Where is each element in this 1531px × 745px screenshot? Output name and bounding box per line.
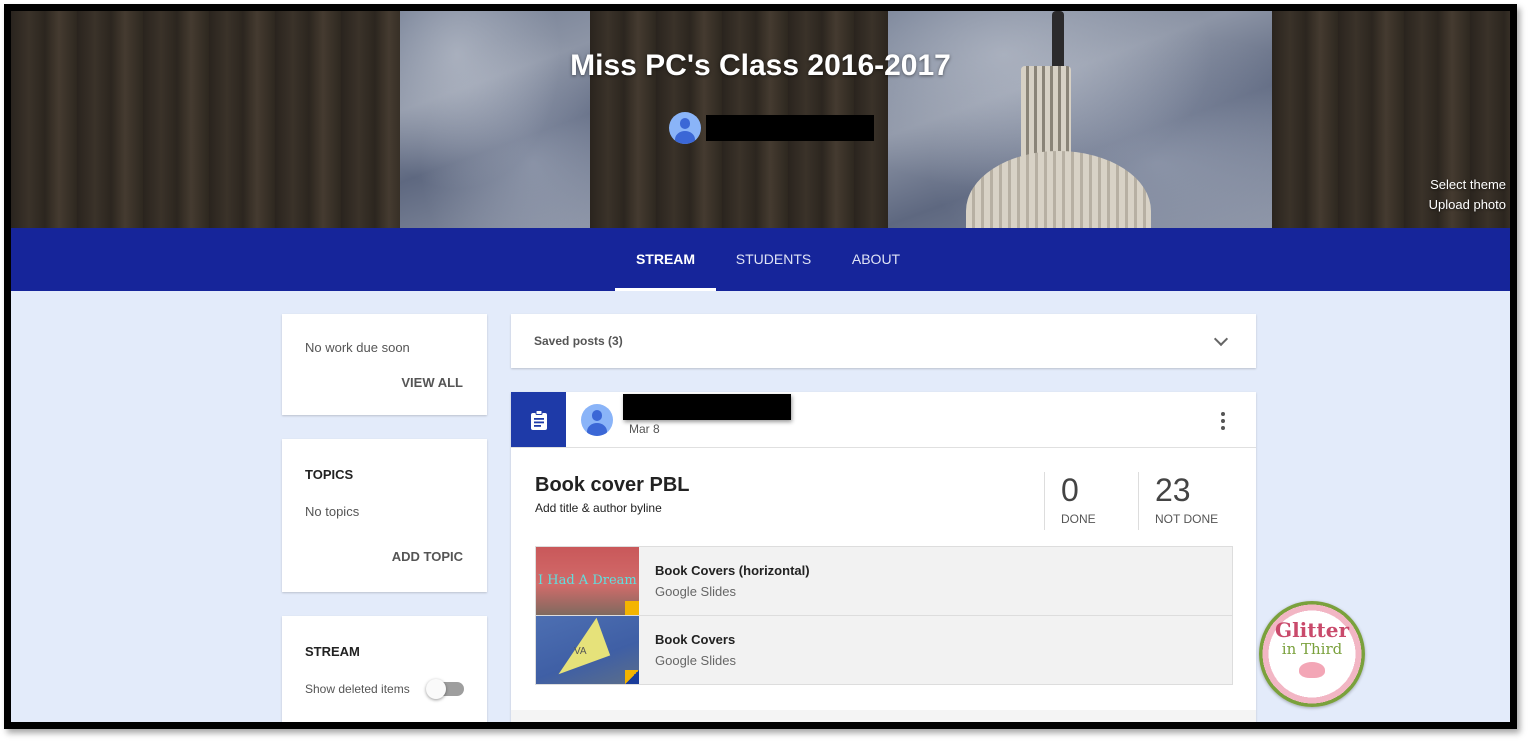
add-topic-button[interactable]: ADD TOPIC	[392, 549, 463, 564]
author-avatar-icon	[581, 404, 613, 436]
logo-line2: in Third	[1281, 640, 1343, 658]
stat-not-done[interactable]: 23 NOT DONE	[1138, 472, 1218, 530]
logo-line1: Glitter	[1274, 618, 1349, 642]
glitter-in-third-logo: Glitter in Third	[1259, 601, 1365, 707]
assignment-description: Add title & author byline	[535, 501, 662, 515]
post-footer	[511, 710, 1256, 722]
assignment-icon-box	[511, 392, 566, 447]
banner-sky	[400, 11, 590, 228]
select-theme-link[interactable]: Select theme	[1429, 175, 1506, 195]
attachment-title: Book Covers (horizontal)	[655, 563, 810, 578]
view-all-button[interactable]: VIEW ALL	[401, 375, 463, 390]
saved-posts-bar[interactable]: Saved posts (3)	[511, 314, 1256, 368]
post-date: Mar 8	[629, 422, 660, 436]
more-options-icon[interactable]	[1218, 412, 1228, 432]
thumbnail-text: VA	[574, 646, 587, 657]
thumbnail-text: I Had A Dream	[538, 573, 637, 588]
attachment-type: Google Slides	[655, 584, 736, 599]
clipboard-icon	[530, 409, 547, 430]
avatar-icon	[669, 112, 701, 144]
attachment-thumbnail: I Had A Dream	[536, 547, 639, 615]
redacted-author-name	[623, 394, 791, 420]
post-divider	[511, 447, 1256, 448]
upload-photo-link[interactable]: Upload photo	[1429, 195, 1506, 215]
show-deleted-label: Show deleted items	[305, 682, 410, 696]
done-count: 0	[1061, 472, 1079, 508]
teacher-row	[669, 112, 874, 144]
bird-icon	[1299, 662, 1325, 678]
slides-file-icon	[625, 670, 639, 684]
show-deleted-toggle[interactable]	[426, 679, 466, 699]
tab-about[interactable]: ABOUT	[841, 228, 911, 291]
banner-pillar	[11, 11, 400, 228]
attachment-item[interactable]: I Had A Dream Book Covers (horizontal) G…	[535, 546, 1233, 616]
stream-heading: STREAM	[305, 644, 360, 659]
class-title: Miss PC's Class 2016-2017	[570, 49, 951, 82]
stream-settings-card: STREAM Show deleted items	[282, 616, 487, 722]
assignment-title[interactable]: Book cover PBL	[535, 474, 689, 497]
slides-file-icon	[625, 601, 639, 615]
attachment-title: Book Covers	[655, 632, 736, 647]
tab-stream[interactable]: STREAM	[615, 228, 716, 291]
not-done-count: 23	[1155, 472, 1191, 508]
stat-done[interactable]: 0 DONE	[1044, 472, 1096, 530]
banner-links: Select theme Upload photo	[1429, 175, 1506, 215]
tab-bar: STREAM STUDENTS ABOUT	[11, 228, 1510, 291]
attachment-item[interactable]: VA Book Covers Google Slides	[535, 615, 1233, 685]
attachment-type: Google Slides	[655, 653, 736, 668]
done-label: DONE	[1061, 512, 1096, 526]
assignment-post: Mar 8 Book cover PBL Add title & author …	[511, 392, 1256, 722]
saved-posts-label: Saved posts (3)	[534, 334, 623, 348]
upcoming-card: No work due soon VIEW ALL	[282, 314, 487, 415]
upcoming-text: No work due soon	[305, 340, 410, 355]
topics-heading: TOPICS	[305, 467, 354, 482]
topics-empty-text: No topics	[305, 504, 360, 519]
chevron-down-icon[interactable]	[1213, 331, 1229, 347]
not-done-label: NOT DONE	[1155, 512, 1219, 526]
tab-students[interactable]: STUDENTS	[726, 228, 821, 291]
attachment-thumbnail: VA	[536, 616, 639, 684]
redacted-teacher-name	[706, 115, 874, 141]
topics-card: TOPICS No topics ADD TOPIC	[282, 439, 487, 592]
classroom-window: Miss PC's Class 2016-2017 Select theme U…	[11, 11, 1510, 722]
class-banner: Miss PC's Class 2016-2017 Select theme U…	[11, 11, 1510, 228]
